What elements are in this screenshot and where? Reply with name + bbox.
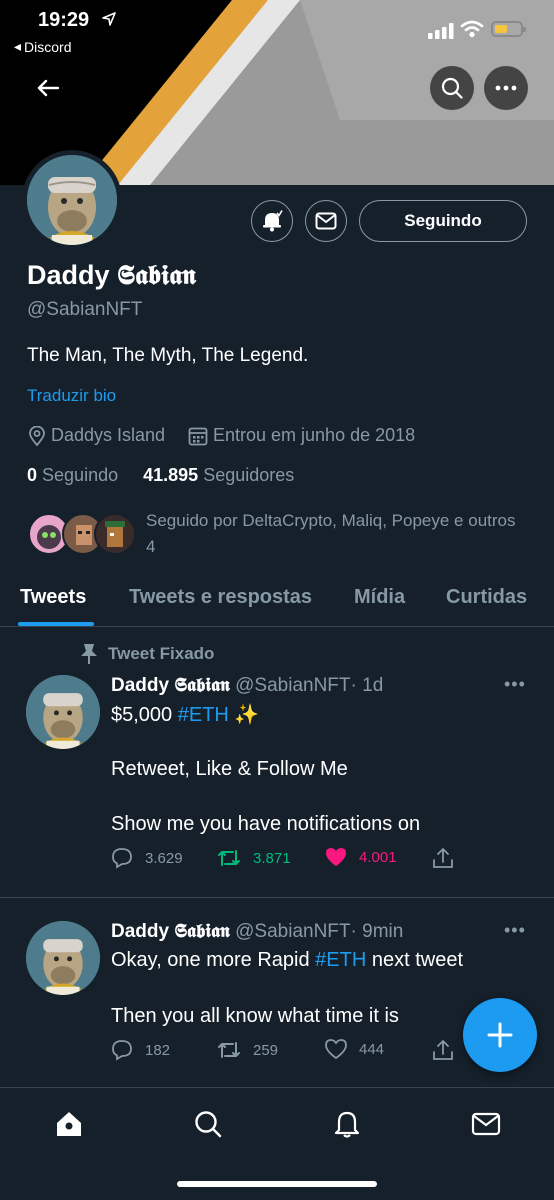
location-arrow-icon bbox=[102, 12, 116, 26]
search-icon bbox=[441, 77, 463, 99]
retweet-button[interactable]: 259 bbox=[217, 1039, 278, 1061]
tweet-author-handle: @SabianNFT bbox=[235, 921, 351, 942]
reply-button[interactable]: 182 bbox=[111, 1039, 170, 1061]
tweet-text-line: Retweet, Like & Follow Me bbox=[111, 758, 348, 780]
tweet-text-line: Then you all know what time it is bbox=[111, 1005, 399, 1027]
tweet-text-line: Okay, one more Rapid #ETH next tweet bbox=[111, 949, 464, 971]
tweet-more-button[interactable]: ••• bbox=[504, 920, 526, 941]
active-tab-indicator bbox=[18, 622, 94, 626]
back-button[interactable] bbox=[30, 70, 66, 106]
reply-icon bbox=[112, 1040, 132, 1061]
tweet-time: · 1d bbox=[350, 675, 384, 696]
profile-handle: @SabianNFT bbox=[27, 299, 143, 320]
location-text: Daddys Island bbox=[51, 425, 166, 445]
follower-avatar-3 bbox=[94, 513, 136, 555]
retweet-icon bbox=[218, 1042, 240, 1058]
arrow-left-icon bbox=[37, 79, 59, 97]
share-icon bbox=[433, 848, 453, 868]
share-icon bbox=[433, 1040, 453, 1060]
retweet-button[interactable]: 3.871 bbox=[217, 847, 291, 869]
calendar-icon bbox=[188, 427, 208, 445]
tweet-avatar[interactable] bbox=[26, 921, 100, 995]
profile-tabs: Tweets Tweets e respostas Mídia Curtidas bbox=[0, 576, 554, 627]
tweet-header: Daddy 𝕾𝖆𝖇𝖎𝖆𝖓 @SabianNFT· 9min bbox=[111, 920, 403, 943]
tab-media[interactable]: Mídia bbox=[354, 586, 405, 609]
following-link[interactable]: 0 Seguindo bbox=[27, 465, 118, 485]
tab-tweets-and-replies[interactable]: Tweets e respostas bbox=[129, 586, 312, 609]
retweet-icon bbox=[218, 850, 240, 866]
status-bar: 19:29 ◂ Discord bbox=[0, 0, 554, 60]
profile-bio: The Man, The Myth, The Legend. bbox=[27, 345, 309, 366]
nav-notifications[interactable] bbox=[331, 1108, 363, 1140]
pinned-text: Tweet Fixado bbox=[108, 644, 215, 663]
location-pin-icon bbox=[29, 425, 45, 446]
following-button[interactable]: Seguindo bbox=[359, 200, 527, 242]
profile-avatar[interactable] bbox=[22, 150, 122, 250]
cellular-signal-icon bbox=[428, 23, 454, 39]
home-icon bbox=[57, 1112, 81, 1136]
tweet-text-line: $5,000 #ETH ✨ bbox=[111, 704, 260, 726]
profile-name-styled: 𝕾𝖆𝖇𝖎𝖆𝖓 bbox=[117, 260, 196, 291]
profile-name-prefix: Daddy bbox=[27, 260, 110, 290]
battery-icon bbox=[491, 21, 526, 37]
profile-location: Daddys Island bbox=[28, 425, 165, 446]
tweet-more-button[interactable]: ••• bbox=[504, 674, 526, 695]
tab-likes[interactable]: Curtidas bbox=[446, 586, 527, 609]
tweet-text-line: Show me you have notifications on bbox=[111, 813, 421, 835]
notifications-toggle-button[interactable] bbox=[251, 200, 293, 242]
more-options-button[interactable] bbox=[484, 66, 528, 110]
search-icon bbox=[195, 1111, 222, 1138]
translate-bio-link[interactable]: Traduzir bio bbox=[27, 386, 116, 406]
reply-icon bbox=[112, 848, 132, 869]
back-to-app-link[interactable]: ◂ Discord bbox=[14, 38, 72, 55]
profile-name: Daddy 𝕾𝖆𝖇𝖎𝖆𝖓 bbox=[27, 260, 196, 292]
envelope-icon bbox=[315, 212, 337, 230]
tweet-avatar[interactable] bbox=[26, 675, 100, 749]
followed-by-avatars[interactable] bbox=[28, 513, 138, 557]
message-button[interactable] bbox=[305, 200, 347, 242]
hashtag-link[interactable]: #ETH bbox=[315, 949, 366, 971]
nav-messages[interactable] bbox=[470, 1108, 502, 1140]
follow-stats: 0 Seguindo 41.895 Seguidores bbox=[27, 465, 294, 486]
joined-text: Entrou em junho de 2018 bbox=[213, 425, 416, 445]
share-button[interactable] bbox=[432, 1039, 454, 1061]
search-button[interactable] bbox=[430, 66, 474, 110]
bell-icon bbox=[263, 210, 283, 232]
heart-icon bbox=[326, 848, 346, 866]
hashtag-link[interactable]: #ETH bbox=[178, 704, 229, 726]
back-triangle-icon: ◂ bbox=[14, 38, 22, 54]
more-icon bbox=[495, 85, 517, 91]
back-app-label: Discord bbox=[24, 38, 72, 55]
like-button[interactable]: 444 bbox=[325, 1039, 384, 1059]
compose-tweet-button[interactable] bbox=[463, 998, 537, 1072]
plus-icon bbox=[487, 1022, 513, 1048]
tweet-header: Daddy 𝕾𝖆𝖇𝖎𝖆𝖓 @SabianNFT· 1d bbox=[111, 674, 383, 697]
followed-by-text[interactable]: Seguido por DeltaCrypto, Maliq, Popeye e… bbox=[146, 508, 516, 560]
tweet-author-name[interactable]: Daddy 𝕾𝖆𝖇𝖎𝖆𝖓 bbox=[111, 674, 230, 696]
bell-icon bbox=[334, 1111, 360, 1138]
wifi-icon bbox=[460, 20, 484, 38]
ape-avatar-image bbox=[27, 155, 117, 245]
envelope-icon bbox=[471, 1112, 501, 1136]
pin-icon bbox=[81, 644, 97, 664]
share-button[interactable] bbox=[432, 847, 454, 869]
status-time: 19:29 bbox=[38, 9, 90, 31]
like-button[interactable]: 4.001 bbox=[325, 847, 397, 867]
tweet-author-name[interactable]: Daddy 𝕾𝖆𝖇𝖎𝖆𝖓 bbox=[111, 920, 230, 942]
tweet-divider bbox=[0, 897, 554, 898]
home-indicator-bar bbox=[177, 1181, 377, 1187]
reply-button[interactable]: 3.629 bbox=[111, 847, 183, 869]
followers-link[interactable]: 41.895 Seguidores bbox=[143, 465, 294, 485]
profile-joined: Entrou em junho de 2018 bbox=[188, 425, 415, 446]
nav-home[interactable] bbox=[53, 1108, 85, 1140]
pinned-tweet-label: Tweet Fixado bbox=[80, 643, 214, 665]
tweet-author-handle: @SabianNFT bbox=[235, 675, 351, 696]
tweet-time: · 9min bbox=[350, 921, 404, 942]
heart-icon bbox=[325, 1039, 347, 1059]
nav-explore[interactable] bbox=[192, 1108, 224, 1140]
tab-tweets[interactable]: Tweets bbox=[20, 586, 86, 609]
